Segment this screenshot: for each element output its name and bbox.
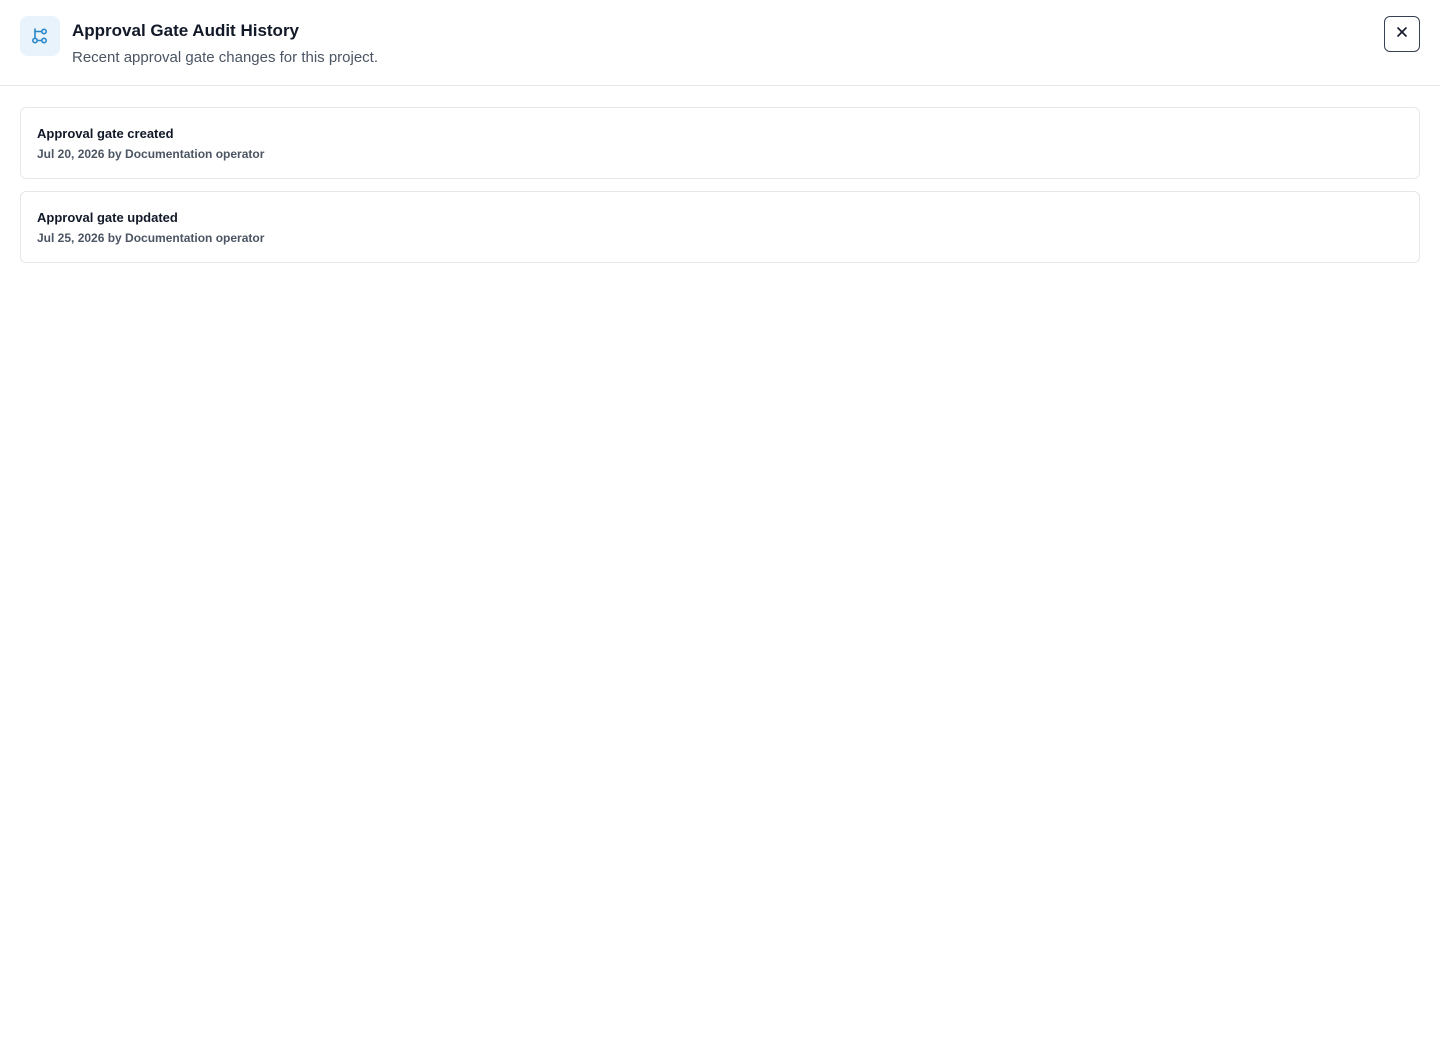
page-title: Approval Gate Audit History	[72, 21, 300, 40]
audit-entry-title: Approval gate updated	[37, 210, 178, 225]
audit-history-list: Approval gate created Jul 20, 2026 by Do…	[20, 107, 1420, 275]
audit-entry: Approval gate created Jul 20, 2026 by Do…	[20, 107, 1420, 179]
audit-entry-title: Approval gate created	[37, 126, 174, 141]
page-subtitle: Recent approval gate changes for this pr…	[72, 49, 379, 66]
audit-entry-meta: Jul 20, 2026 by Documentation operator	[37, 147, 265, 161]
close-icon	[1396, 25, 1408, 43]
audit-entry-meta: Jul 25, 2026 by Documentation operator	[37, 231, 265, 245]
audit-entry: Approval gate updated Jul 25, 2026 by Do…	[20, 191, 1420, 263]
workflow-branch-icon	[20, 16, 60, 56]
close-button[interactable]	[1384, 16, 1420, 52]
dialog-header: Approval Gate Audit History Recent appro…	[0, 0, 1440, 86]
